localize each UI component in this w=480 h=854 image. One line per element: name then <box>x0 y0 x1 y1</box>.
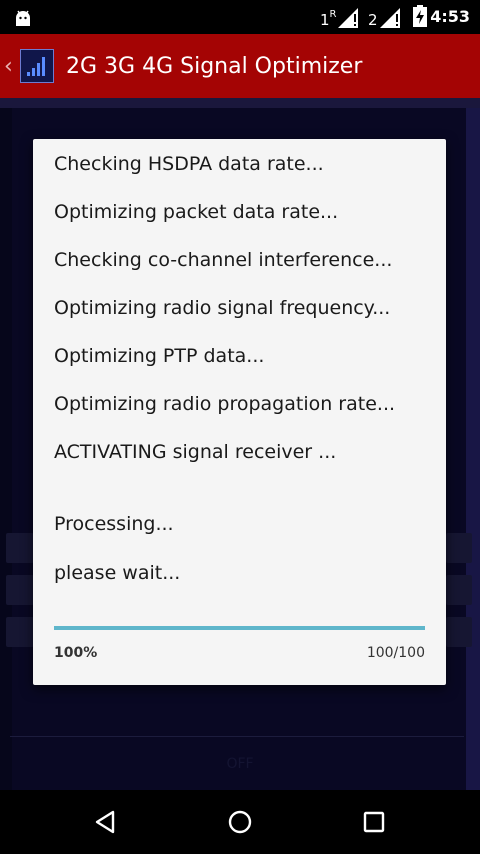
dialog-message: Optimizing radio signal frequency... <box>54 297 391 319</box>
app-logo-icon <box>20 49 54 83</box>
sim1-signal: 1 R <box>320 6 358 28</box>
back-triangle-icon <box>95 810 115 834</box>
sim2-signal: 2 <box>368 6 400 28</box>
signal-strength-icon <box>337 8 358 28</box>
nav-back-button[interactable] <box>86 804 126 840</box>
signal-strength-icon <box>379 8 400 28</box>
nav-home-button[interactable] <box>220 804 260 840</box>
sim1-roaming-label: R <box>329 9 337 20</box>
dialog-message: please wait... <box>54 562 181 584</box>
dialog-message: Checking co-channel interference... <box>54 249 393 271</box>
sim2-label: 2 <box>368 11 378 29</box>
navigation-bar <box>0 790 480 854</box>
progress-bar-fill <box>54 626 425 630</box>
battery-charging-icon <box>413 5 427 27</box>
home-circle-icon <box>228 810 252 834</box>
android-notification-icon <box>16 10 30 26</box>
dialog-message: ACTIVATING signal receiver ... <box>54 441 337 463</box>
status-bar: 1 R 2 4:53 <box>0 0 480 34</box>
signal-bars-icon <box>27 57 45 76</box>
dialog-message: Optimizing PTP data... <box>54 345 265 367</box>
dialog-message: Optimizing radio propagation rate... <box>54 393 396 415</box>
nav-recents-button[interactable] <box>354 804 394 840</box>
progress-percent: 100% <box>54 645 98 661</box>
sim1-label: 1 <box>320 11 330 29</box>
back-chevron-icon[interactable]: ‹ <box>4 54 18 79</box>
dialog-message: Optimizing packet data rate... <box>54 201 339 223</box>
dialog-message: Checking HSDPA data rate... <box>54 153 324 175</box>
app-bar: ‹ 2G 3G 4G Signal Optimizer <box>0 34 480 98</box>
dialog-message: Processing... <box>54 513 174 535</box>
progress-count: 100/100 <box>366 645 425 661</box>
app-title: 2G 3G 4G Signal Optimizer <box>66 53 363 79</box>
clock: 4:53 <box>430 7 470 26</box>
recents-square-icon <box>363 811 385 833</box>
progress-bar <box>54 626 425 630</box>
progress-dialog: Checking HSDPA data rate... Optimizing p… <box>33 139 446 685</box>
